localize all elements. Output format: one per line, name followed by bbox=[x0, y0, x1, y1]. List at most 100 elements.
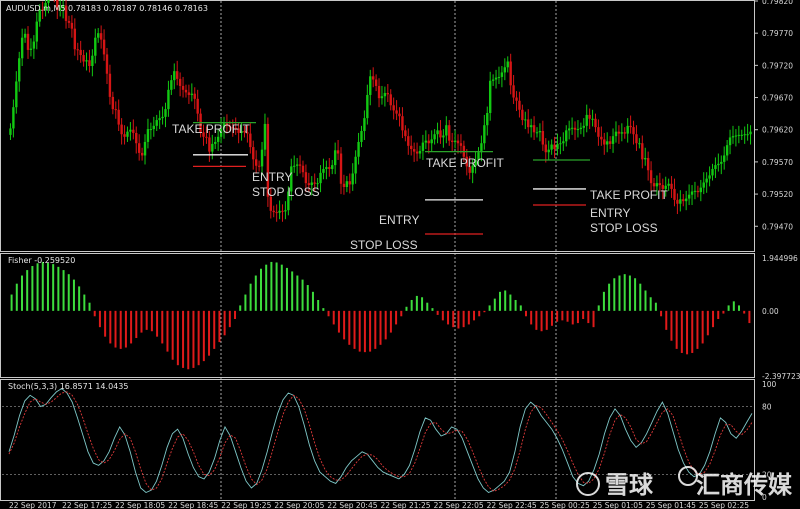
candle-body bbox=[380, 96, 384, 99]
candle-body bbox=[263, 123, 267, 150]
candle-body bbox=[190, 93, 194, 95]
candle-body bbox=[383, 93, 387, 97]
time-axis-label: 25 Sep 01:45 bbox=[646, 501, 696, 509]
entry-label-2: ENTRY bbox=[379, 213, 419, 227]
candle-body bbox=[524, 119, 527, 121]
time-axis-label: 22 Sep 2017 bbox=[9, 501, 57, 509]
candle-body bbox=[357, 141, 360, 157]
candle-body bbox=[389, 94, 392, 106]
candle-body bbox=[638, 143, 641, 145]
candle-body bbox=[35, 21, 38, 42]
candle-body bbox=[369, 76, 372, 95]
price-tick-label: 0.79570 bbox=[762, 158, 793, 167]
candle-body bbox=[734, 135, 738, 137]
candle-body bbox=[211, 143, 214, 152]
candle-body bbox=[295, 164, 299, 166]
candle-body bbox=[137, 143, 141, 153]
candle-body bbox=[284, 210, 287, 212]
candle-body bbox=[728, 137, 732, 146]
candle-body bbox=[641, 143, 644, 160]
candle-body bbox=[705, 178, 708, 183]
candle-body bbox=[629, 125, 632, 128]
candle-body bbox=[573, 127, 577, 130]
stoch-tick-label: 100 bbox=[762, 380, 777, 389]
time-axis-label: 22 Sep 22:05 bbox=[434, 501, 484, 509]
candle-body bbox=[123, 134, 126, 137]
candle-body bbox=[281, 210, 284, 212]
candle-body bbox=[26, 33, 30, 50]
candle-body bbox=[725, 145, 729, 156]
candle-body bbox=[348, 181, 351, 185]
candle-body bbox=[702, 182, 705, 188]
candle-body bbox=[331, 165, 334, 169]
candle-body bbox=[257, 165, 261, 167]
watermark-left: 雪球 bbox=[605, 471, 654, 499]
candle-body bbox=[23, 33, 27, 38]
candle-body bbox=[120, 124, 123, 135]
candle-body bbox=[111, 96, 115, 110]
candle-body bbox=[699, 187, 703, 193]
candle-body bbox=[585, 114, 588, 126]
candle-body bbox=[556, 143, 559, 150]
candle-body bbox=[313, 182, 316, 184]
candle-body bbox=[550, 144, 553, 150]
candle-body bbox=[117, 109, 120, 125]
candle-body bbox=[421, 142, 425, 151]
candle-body bbox=[503, 67, 507, 73]
candle-body bbox=[576, 129, 580, 131]
candle-body bbox=[749, 131, 752, 135]
candle-body bbox=[395, 110, 398, 114]
candle-body bbox=[646, 158, 650, 171]
candle-body bbox=[339, 153, 343, 184]
candle-body bbox=[392, 105, 395, 111]
candle-body bbox=[9, 128, 12, 135]
price-tick-label: 0.79820 bbox=[762, 0, 793, 6]
candle-body bbox=[690, 191, 694, 195]
take-profit-label-1: TAKE PROFIT bbox=[172, 122, 250, 136]
candle-body bbox=[480, 143, 483, 153]
candle-body bbox=[377, 85, 381, 99]
candle-body bbox=[360, 131, 363, 142]
candle-body bbox=[146, 129, 150, 142]
candle-body bbox=[164, 109, 167, 117]
candle-body bbox=[29, 48, 33, 50]
take-profit-label-3: TAKE PROFIT bbox=[590, 188, 668, 202]
candle-body bbox=[562, 141, 565, 144]
candle-body bbox=[711, 168, 714, 176]
time-axis-label: 25 Sep 01:05 bbox=[593, 501, 643, 509]
candle-body bbox=[684, 198, 688, 202]
candle-body bbox=[746, 134, 749, 136]
candle-body bbox=[325, 167, 328, 169]
candle-body bbox=[453, 140, 457, 142]
candle-body bbox=[614, 131, 618, 137]
fisher-tick-label: 0.00 bbox=[762, 307, 779, 316]
candle-body bbox=[529, 125, 533, 128]
candle-body bbox=[415, 151, 419, 154]
candle-body bbox=[167, 89, 170, 110]
candle-body bbox=[260, 149, 264, 167]
candle-body bbox=[611, 136, 615, 144]
candle-body bbox=[193, 93, 196, 99]
candle-body bbox=[88, 60, 91, 67]
candle-body bbox=[532, 125, 536, 133]
candle-body bbox=[693, 190, 697, 192]
candle-body bbox=[679, 199, 682, 204]
candle-body bbox=[333, 150, 337, 166]
candle-body bbox=[94, 37, 97, 56]
candle-body bbox=[214, 141, 217, 144]
candle-body bbox=[579, 127, 583, 130]
candle-body bbox=[682, 199, 685, 202]
candle-body bbox=[155, 120, 158, 126]
candle-body bbox=[450, 140, 454, 142]
candle-body bbox=[328, 167, 331, 169]
candle-body bbox=[85, 60, 88, 62]
candle-body bbox=[570, 127, 574, 129]
candle-body bbox=[594, 118, 597, 128]
candle-body bbox=[354, 156, 357, 174]
candle-body bbox=[456, 140, 460, 144]
candle-body bbox=[170, 80, 173, 90]
candle-body bbox=[374, 79, 378, 86]
candle-body bbox=[342, 183, 346, 187]
candle-body bbox=[588, 114, 591, 119]
candle-body bbox=[196, 98, 199, 114]
